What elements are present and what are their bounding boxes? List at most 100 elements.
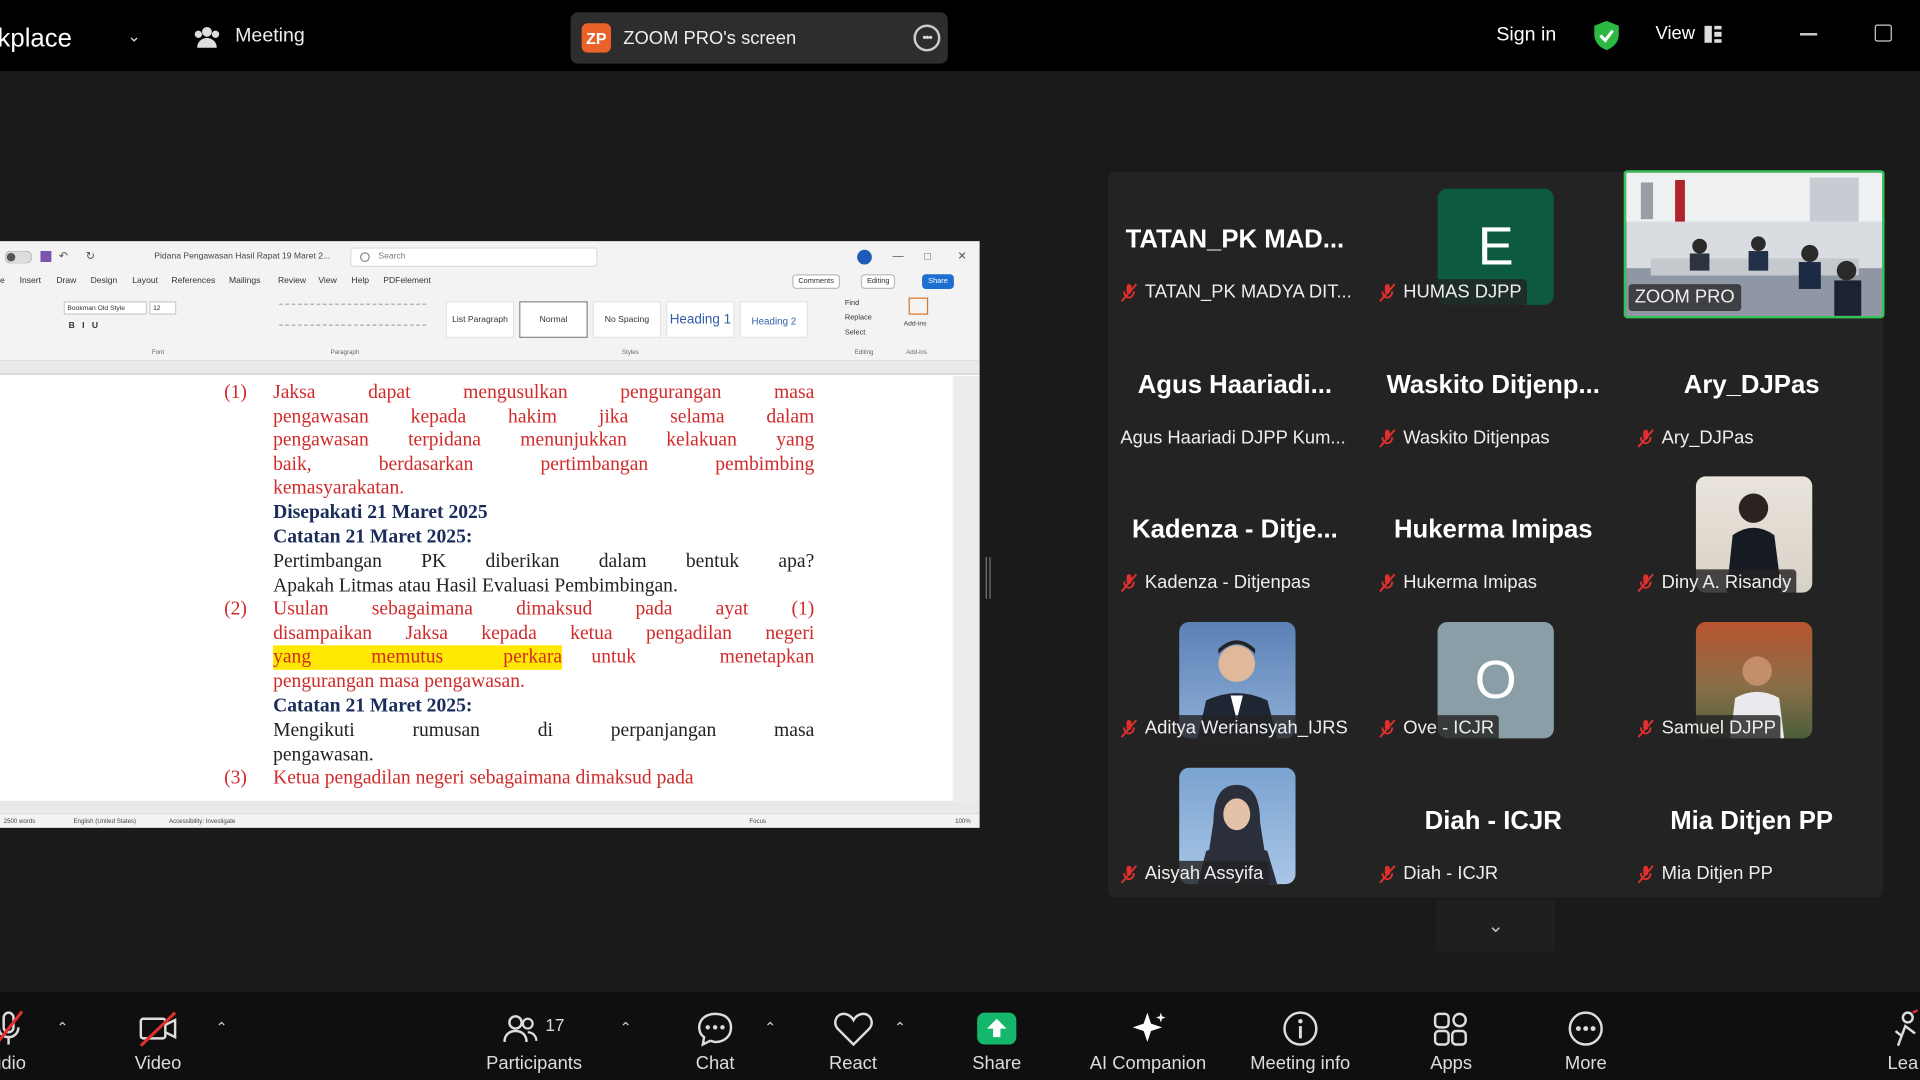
tab-insert[interactable]: Insert	[20, 277, 41, 286]
more-options-icon[interactable]: •••	[913, 24, 941, 52]
comments-button[interactable]: Comments	[792, 274, 841, 289]
word-close-icon[interactable]: ✕	[958, 250, 967, 263]
document-page[interactable]: (1) Jaksa dapat mengusulkan pengurangan …	[0, 375, 953, 801]
participant-tile[interactable]: Kadenza - Ditje... Kadenza - Ditjenpas	[1108, 462, 1361, 604]
font-name-select[interactable]: Bookman Old Style	[63, 301, 147, 315]
leave-button[interactable]: Lea	[1886, 1009, 1920, 1074]
paragraph-number: (2)	[224, 599, 247, 620]
doc-line: yang memutus perkara untuk menetapkan	[273, 645, 815, 670]
word-restore-icon[interactable]: □	[924, 250, 931, 262]
participant-name-large: Agus Haariadi...	[1137, 371, 1333, 400]
chat-button[interactable]: Chat	[696, 1009, 735, 1074]
replace-button[interactable]: Replace	[845, 311, 872, 326]
chat-options-chevron-icon[interactable]: ⌃	[764, 1019, 776, 1036]
meeting-info-button[interactable]: Meeting info	[1250, 1009, 1350, 1074]
style-no-spacing[interactable]: No Spacing	[592, 301, 662, 338]
doc-line: kemasyarakatan.	[273, 478, 405, 499]
audio-options-chevron-icon[interactable]: ⌃	[56, 1019, 68, 1036]
sign-in-link[interactable]: Sign in	[1496, 24, 1556, 46]
meeting-menu[interactable]: Meeting	[193, 24, 305, 48]
tab-mailings[interactable]: Mailings	[229, 277, 260, 286]
font-format-buttons[interactable]: BIU	[69, 322, 106, 331]
chevron-down-icon[interactable]: ⌄	[127, 27, 140, 47]
doc-text: untuk menetapkan	[591, 647, 815, 668]
participant-tile[interactable]: Agus Haariadi... Agus Haariadi DJPP Kum.…	[1108, 317, 1361, 459]
style-heading-1[interactable]: Heading 1	[666, 301, 735, 338]
autosave-toggle-icon[interactable]	[4, 251, 32, 264]
participant-tile[interactable]: Waskito Ditjenp... Waskito Ditjenpas	[1367, 317, 1620, 459]
view-button[interactable]: View	[1656, 23, 1722, 44]
tab-view[interactable]: View	[318, 277, 336, 286]
highlighted-text: yang memutus perkara	[273, 645, 563, 670]
participants-button[interactable]: 17 Participants	[486, 1009, 582, 1074]
sparkle-icon	[1132, 1012, 1166, 1043]
apps-button[interactable]: Apps	[1430, 1009, 1472, 1074]
gallery-next-page[interactable]: ⌄	[1436, 900, 1556, 952]
participant-tile[interactable]: Diny A. Risandy	[1625, 462, 1878, 604]
participant-name-large: Mia Ditjen PP	[1670, 806, 1834, 836]
participant-tile[interactable]: TATAN_PK MAD... TATAN_PK MADYA DIT...	[1108, 171, 1361, 313]
tab-draw[interactable]: Draw	[56, 277, 76, 286]
react-options-chevron-icon[interactable]: ⌃	[894, 1019, 906, 1036]
share-screen-button[interactable]: Share	[972, 1009, 1021, 1074]
focus-button[interactable]: Focus	[749, 818, 766, 825]
undo-icon[interactable]: ↶	[59, 250, 68, 263]
audio-button[interactable]: udio	[0, 1009, 27, 1074]
tab-help[interactable]: Help	[351, 277, 369, 286]
tab-references[interactable]: References	[171, 277, 215, 286]
participant-tile[interactable]: Diah - ICJR Diah - ICJR	[1367, 753, 1620, 895]
zoom-level[interactable]: 100%	[955, 818, 971, 825]
react-label: React	[828, 1053, 877, 1074]
shield-icon[interactable]	[1592, 20, 1621, 52]
video-options-chevron-icon[interactable]: ⌃	[216, 1019, 228, 1036]
participant-tile[interactable]: Aditya Weriansyah_IJRS	[1108, 607, 1361, 749]
maximize-icon[interactable]	[1874, 24, 1892, 42]
scrollbar[interactable]	[952, 375, 980, 801]
tab-design[interactable]: Design	[91, 277, 118, 286]
word-search-input[interactable]: Search	[350, 247, 598, 267]
accessibility-status[interactable]: Accessibility: Investigate	[169, 818, 235, 825]
ai-companion-button[interactable]: AI Companion	[1090, 1009, 1206, 1074]
react-button[interactable]: React	[829, 1009, 877, 1074]
minimize-icon[interactable]	[1800, 33, 1818, 36]
select-button[interactable]: Select	[845, 326, 872, 341]
style-normal[interactable]: Normal	[519, 301, 588, 338]
word-minimize-icon[interactable]: —	[893, 250, 904, 262]
participant-tile[interactable]: Hukerma Imipas Hukerma Imipas	[1367, 462, 1620, 604]
tab-layout[interactable]: Layout	[132, 277, 158, 286]
video-label: Video	[134, 1053, 182, 1074]
tab-pdfelement[interactable]: PDFelement	[383, 277, 431, 286]
add-ins-icon[interactable]	[908, 297, 929, 315]
participant-tile[interactable]: Aisyah Assyifa	[1108, 753, 1361, 895]
participant-tile[interactable]: Ary_DJPas Ary_DJPas	[1625, 317, 1878, 459]
find-button[interactable]: Find	[845, 296, 872, 311]
participant-tile[interactable]: O Ove - ICJR	[1367, 607, 1620, 749]
editing-button[interactable]: Editing	[860, 274, 896, 289]
redo-icon[interactable]: ↻	[86, 250, 95, 263]
participant-tile[interactable]: Mia Ditjen PP Mia Ditjen PP	[1625, 753, 1878, 895]
language-status[interactable]: English (United States)	[73, 818, 136, 825]
style-heading-2[interactable]: Heading 2	[739, 301, 809, 338]
ruler[interactable]	[0, 361, 980, 375]
more-icon	[1568, 1011, 1603, 1046]
tab-review[interactable]: Review	[278, 277, 306, 286]
paragraph-tools[interactable]	[279, 303, 427, 305]
word-count[interactable]: 2500 words	[4, 818, 36, 825]
font-size-select[interactable]: 12	[149, 301, 177, 315]
shared-screen-indicator[interactable]: ZP ZOOM PRO's screen •••	[570, 12, 948, 64]
participant-label: Agus Haariadi DJPP Kum...	[1115, 424, 1351, 452]
active-speaker-tile[interactable]: ZOOM PRO	[1623, 170, 1885, 319]
save-icon[interactable]	[40, 251, 52, 263]
avatar[interactable]	[857, 249, 872, 265]
panel-resize-handle[interactable]	[985, 557, 991, 599]
participant-tile[interactable]: Samuel DJPP	[1625, 607, 1878, 749]
style-list-paragraph[interactable]: List Paragraph	[445, 301, 515, 338]
participant-tile[interactable]: E HUMAS DJPP	[1367, 171, 1620, 313]
more-button[interactable]: More	[1565, 1009, 1607, 1074]
alignment-tools[interactable]	[279, 324, 427, 326]
leave-label: Lea	[1887, 1053, 1919, 1074]
word-share-button[interactable]: Share	[922, 274, 954, 289]
participants-options-chevron-icon[interactable]: ⌃	[620, 1019, 632, 1036]
video-button[interactable]: Video	[134, 1009, 182, 1074]
tab-home[interactable]: e	[0, 277, 5, 286]
